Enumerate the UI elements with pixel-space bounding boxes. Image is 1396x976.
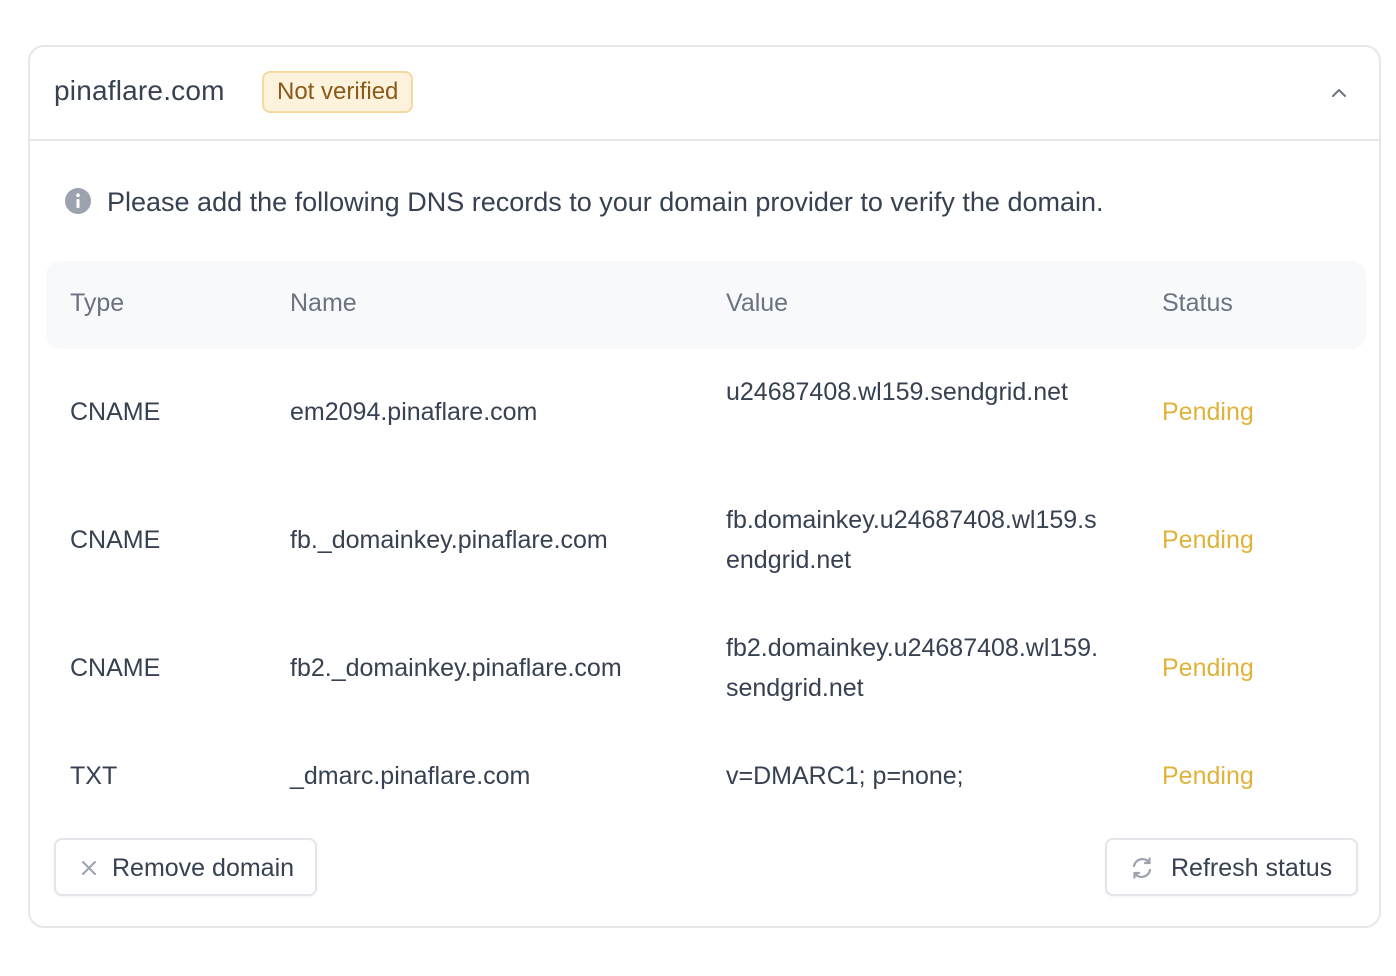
info-icon <box>65 188 91 214</box>
record-type: CNAME <box>70 398 161 426</box>
chevron-up-icon[interactable] <box>1329 83 1349 103</box>
record-type: TXT <box>70 762 118 790</box>
domain-name: pinaflare.com <box>54 75 225 106</box>
refresh-status-label: Refresh status <box>1171 854 1333 882</box>
record-name: fb._domainkey.pinaflare.com <box>290 526 608 554</box>
remove-domain-label: Remove domain <box>112 854 295 882</box>
status-badge: Not verified <box>262 71 414 113</box>
remove-domain-button[interactable]: Remove domain <box>54 838 317 896</box>
refresh-icon <box>1132 857 1152 879</box>
record-type: CNAME <box>70 526 161 554</box>
record-name: fb2._domainkey.pinaflare.com <box>290 654 622 682</box>
record-name: em2094.pinaflare.com <box>290 398 538 426</box>
column-type: Type <box>70 289 125 317</box>
column-value: Value <box>726 289 789 317</box>
record-name: _dmarc.pinaflare.com <box>290 762 531 790</box>
table-row: TXT _dmarc.pinaflare.com v=DMARC1; p=non… <box>46 756 1366 796</box>
domain-card: pinaflare.com Not verified Please add th… <box>28 45 1381 928</box>
record-value: v=DMARC1; p=none; <box>726 762 964 790</box>
record-value: u24687408.wl159.sendgrid.net <box>726 378 1068 406</box>
notice-text: Please add the following DNS records to … <box>107 187 1104 217</box>
column-status: Status <box>1162 289 1233 317</box>
record-status: Pending <box>1162 654 1254 682</box>
table-row: CNAME em2094.pinaflare.com u24687408.wl1… <box>46 372 1366 452</box>
table-row: CNAME fb2._domainkey.pinaflare.com fb2.d… <box>46 628 1366 708</box>
record-value: fb2.domainkey.u24687408.wl159.sendgrid.n… <box>726 634 1099 702</box>
table-row: CNAME fb._domainkey.pinaflare.com fb.dom… <box>46 500 1366 580</box>
refresh-status-button[interactable]: Refresh status <box>1105 838 1358 896</box>
table-header: Type Name Value Status <box>46 261 1366 349</box>
column-name: Name <box>290 289 357 317</box>
close-icon <box>82 861 96 875</box>
record-status: Pending <box>1162 398 1254 426</box>
domain-card-header[interactable]: pinaflare.com Not verified <box>30 47 1379 141</box>
record-status: Pending <box>1162 526 1254 554</box>
record-status: Pending <box>1162 762 1254 790</box>
record-value: fb.domainkey.u24687408.wl159.sendgrid.ne… <box>726 506 1097 574</box>
record-type: CNAME <box>70 654 161 682</box>
